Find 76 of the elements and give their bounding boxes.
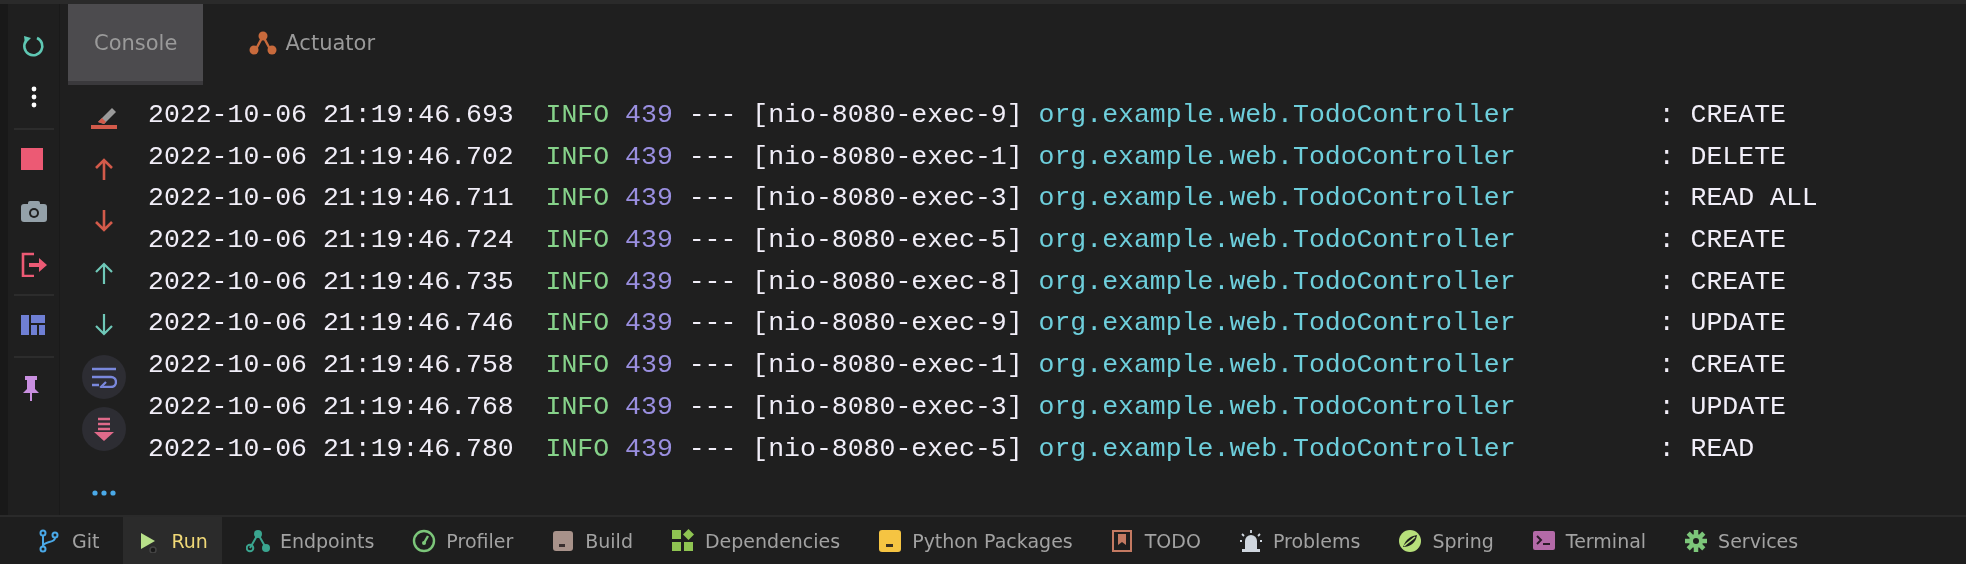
thread-name: [nio-8080-exec-1] (752, 349, 1023, 383)
tool-window-button[interactable]: Services (1670, 517, 1813, 564)
log-message: : READ (1658, 432, 1755, 466)
log-level: INFO (545, 140, 610, 174)
process-id: 439 (625, 390, 673, 424)
log-level: INFO (545, 99, 610, 132)
log-level: INFO (545, 182, 610, 216)
log-level: INFO (545, 265, 610, 299)
timestamp: 2022-10-06 21:19:46.724 (148, 224, 514, 258)
tool-window-button[interactable]: Dependencies (656, 517, 855, 564)
log-message: : CREATE (1658, 224, 1786, 258)
log-message: : CREATE (1658, 265, 1786, 299)
timestamp: 2022-10-06 21:19:46.735 (148, 265, 514, 299)
timestamp: 2022-10-06 21:19:46.768 (148, 390, 514, 424)
timestamp: 2022-10-06 21:19:46.693 (148, 99, 514, 132)
tool-window-button[interactable]: Terminal (1517, 517, 1661, 564)
logger-name: org.example.web.TodoController (1038, 349, 1517, 383)
timestamp: 2022-10-06 21:19:46.780 (148, 432, 514, 466)
log-message: : CREATE (1658, 99, 1786, 132)
separator: --- (688, 432, 737, 466)
separator: --- (688, 140, 737, 174)
logger-name: org.example.web.TodoController (1038, 265, 1517, 299)
separator: --- (688, 349, 737, 383)
thread-name: [nio-8080-exec-3] (752, 390, 1023, 424)
process-id: 439 (625, 140, 673, 174)
logger-name: org.example.web.TodoController (1038, 307, 1517, 341)
log-message: : UPDATE (1658, 390, 1786, 424)
log-message: : CREATE (1658, 349, 1786, 383)
log-message: : READ ALL (1658, 182, 1818, 216)
tab[interactable]: Actuator (223, 4, 402, 85)
thread-name: [nio-8080-exec-5] (752, 224, 1023, 258)
tool-window-button[interactable]: Problems (1224, 517, 1375, 564)
log-level: INFO (545, 432, 610, 466)
separator: --- (688, 99, 737, 132)
timestamp: 2022-10-06 21:19:46.711 (148, 182, 514, 216)
process-id: 439 (625, 265, 673, 299)
logger-name: org.example.web.TodoController (1038, 432, 1517, 466)
thread-name: [nio-8080-exec-9] (752, 307, 1023, 341)
logger-name: org.example.web.TodoController (1038, 182, 1517, 216)
log-level: INFO (545, 307, 610, 341)
separator: --- (688, 390, 737, 424)
log-level: INFO (545, 224, 610, 258)
tool-window-button[interactable]: Endpoints (231, 517, 389, 564)
timestamp: 2022-10-06 21:19:46.746 (148, 307, 514, 341)
separator: --- (688, 265, 737, 299)
process-id: 439 (625, 99, 673, 132)
logger-name: org.example.web.TodoController (1038, 390, 1517, 424)
process-id: 439 (625, 432, 673, 466)
logger-name: org.example.web.TodoController (1038, 99, 1517, 132)
tool-window-button[interactable]: Spring (1384, 517, 1508, 564)
log-level: INFO (545, 390, 610, 424)
separator: --- (688, 224, 737, 258)
tool-window-button[interactable]: TODO (1096, 517, 1215, 564)
thread-name: [nio-8080-exec-5] (752, 432, 1023, 466)
log-message: : UPDATE (1658, 307, 1786, 341)
separator: --- (688, 182, 737, 216)
tool-window-button[interactable]: Run (123, 517, 222, 564)
thread-name: [nio-8080-exec-8] (752, 265, 1023, 299)
process-id: 439 (625, 349, 673, 383)
thread-name: [nio-8080-exec-1] (752, 140, 1023, 174)
process-id: 439 (625, 224, 673, 258)
timestamp: 2022-10-06 21:19:46.702 (148, 140, 514, 174)
logger-name: org.example.web.TodoController (1038, 140, 1517, 174)
separator: --- (688, 307, 737, 341)
process-id: 439 (625, 307, 673, 341)
log-level: INFO (545, 349, 610, 383)
tool-window-button[interactable]: Git (24, 517, 114, 564)
logger-name: org.example.web.TodoController (1038, 224, 1517, 258)
log-message: : DELETE (1658, 140, 1786, 174)
tool-window-button[interactable]: Build (537, 517, 647, 564)
process-id: 439 (625, 182, 673, 216)
thread-name: [nio-8080-exec-9] (752, 99, 1023, 132)
tool-window-button[interactable]: Profiler (398, 517, 528, 564)
tool-window-button[interactable]: Python Packages (864, 517, 1087, 564)
timestamp: 2022-10-06 21:19:46.758 (148, 349, 514, 383)
thread-name: [nio-8080-exec-3] (752, 182, 1023, 216)
